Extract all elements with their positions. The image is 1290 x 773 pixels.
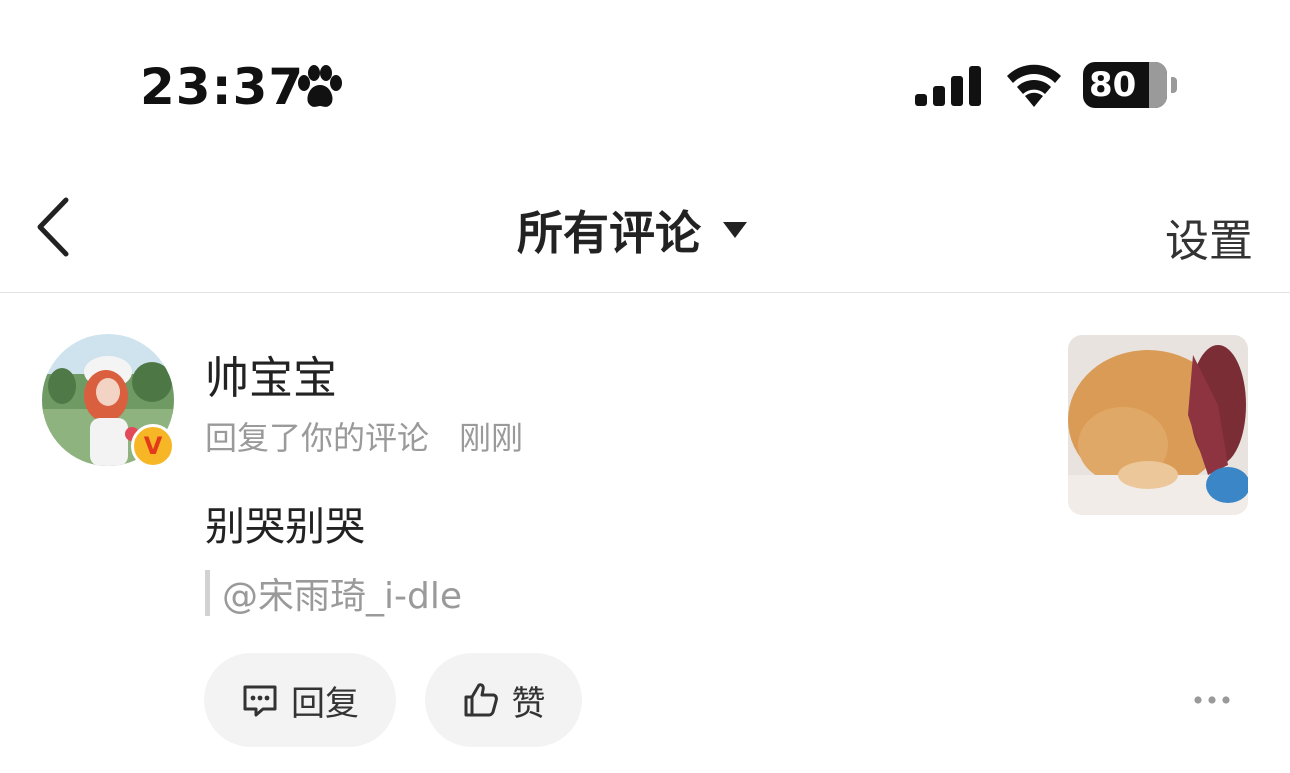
comment-time: 刚刚 xyxy=(459,419,524,457)
battery-charging-icon: 80 xyxy=(1083,62,1179,108)
like-button[interactable]: 赞 xyxy=(425,653,582,747)
post-thumbnail[interactable] xyxy=(1068,335,1248,515)
status-bar: 23:37 80 xyxy=(0,0,1290,150)
like-label: 赞 xyxy=(511,683,546,724)
comment-text: 别哭别哭 xyxy=(205,504,365,550)
reply-button[interactable]: 回复 xyxy=(204,653,396,747)
wifi-icon xyxy=(1007,64,1061,107)
comment-action: 回复了你的评论 xyxy=(205,419,430,457)
quoted-comment-text: @宋雨琦_i-dle xyxy=(222,576,462,617)
verified-badge-letter: V xyxy=(143,432,163,460)
caret-down-icon xyxy=(723,222,747,238)
verified-badge: V xyxy=(131,424,175,468)
quoted-comment[interactable]: @宋雨琦_i-dle xyxy=(205,570,462,617)
cellular-signal-icon xyxy=(915,66,981,106)
back-chevron-icon[interactable] xyxy=(34,196,74,258)
quote-bar xyxy=(205,570,210,616)
comment-username[interactable]: 帅宝宝 xyxy=(205,342,337,406)
settings-button[interactable]: 设置 xyxy=(1165,205,1253,269)
thumbs-up-icon xyxy=(464,683,498,717)
comment-meta: 回复了你的评论 刚刚 xyxy=(205,413,523,459)
status-time: 23:37 xyxy=(140,58,305,116)
more-icon[interactable] xyxy=(1192,690,1232,710)
battery-level: 80 xyxy=(1089,65,1137,105)
page-title: 所有评论 xyxy=(517,206,701,260)
reply-label: 回复 xyxy=(291,683,359,724)
reply-icon xyxy=(243,685,277,717)
comment-filter-dropdown[interactable]: 所有评论 xyxy=(517,200,747,260)
nav-bar: 所有评论 设置 xyxy=(0,160,1290,293)
paw-icon xyxy=(298,65,342,107)
